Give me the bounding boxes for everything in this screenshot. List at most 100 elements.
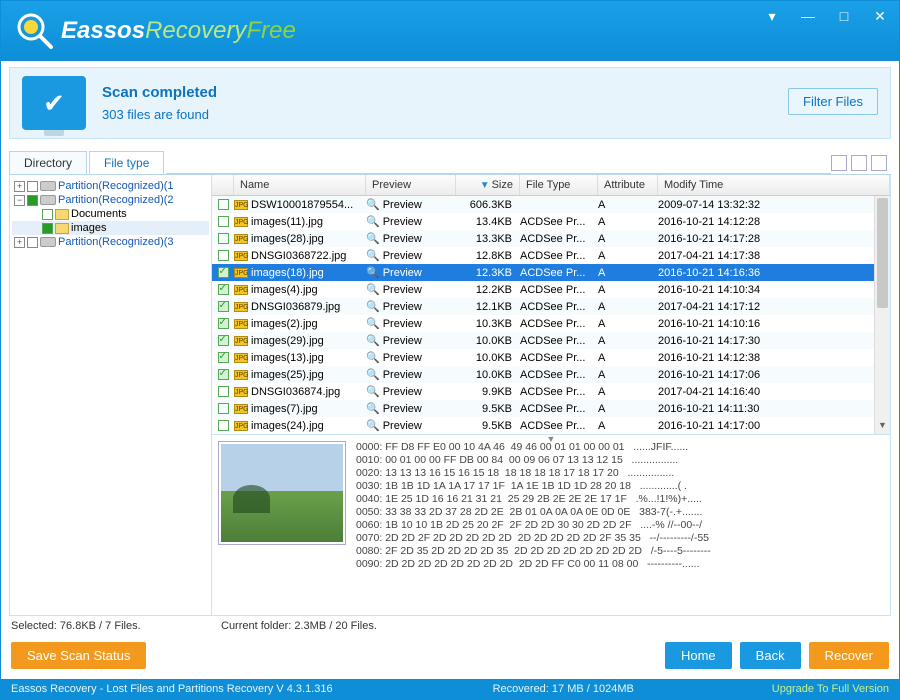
- tree-checkbox[interactable]: [42, 209, 53, 220]
- menu-icon[interactable]: ▾: [763, 7, 781, 25]
- table-row[interactable]: JPGDSW10001879554...🔍Preview606.3KBA2009…: [212, 196, 890, 213]
- scroll-down-icon[interactable]: ▼: [875, 420, 890, 434]
- magnifier-icon[interactable]: 🔍: [366, 368, 380, 381]
- magnifier-icon[interactable]: 🔍: [366, 249, 380, 262]
- expand-icon[interactable]: +: [14, 237, 25, 248]
- directory-tree[interactable]: + Partition(Recognized)(1 − Partition(Re…: [10, 175, 212, 615]
- row-checkbox[interactable]: [218, 318, 229, 329]
- view-list-icon[interactable]: [851, 155, 867, 171]
- preview-link[interactable]: Preview: [383, 386, 422, 398]
- row-checkbox[interactable]: [218, 267, 229, 278]
- tree-partition-3[interactable]: + Partition(Recognized)(3: [12, 235, 209, 249]
- row-checkbox[interactable]: [218, 233, 229, 244]
- file-modify-time: 2016-10-21 14:10:16: [658, 318, 890, 330]
- row-checkbox[interactable]: [218, 420, 229, 431]
- table-row[interactable]: JPGimages(7).jpg🔍Preview9.5KBACDSee Pr..…: [212, 400, 890, 417]
- preview-link[interactable]: Preview: [383, 250, 422, 262]
- tree-checkbox[interactable]: [27, 181, 38, 192]
- col-preview[interactable]: Preview: [366, 175, 456, 195]
- table-row[interactable]: JPGimages(2).jpg🔍Preview10.3KBACDSee Pr.…: [212, 315, 890, 332]
- row-checkbox[interactable]: [218, 335, 229, 346]
- table-row[interactable]: JPGDNSGI036874.jpg🔍Preview9.9KBACDSee Pr…: [212, 383, 890, 400]
- magnifier-icon[interactable]: 🔍: [366, 402, 380, 415]
- magnifier-icon[interactable]: 🔍: [366, 351, 380, 364]
- magnifier-icon[interactable]: 🔍: [366, 317, 380, 330]
- preview-link[interactable]: Preview: [383, 352, 422, 364]
- preview-link[interactable]: Preview: [383, 318, 422, 330]
- tab-file-type[interactable]: File type: [89, 151, 164, 174]
- col-modify-time[interactable]: Modify Time: [658, 175, 890, 195]
- col-filetype[interactable]: File Type: [520, 175, 598, 195]
- scan-complete-icon: ✔: [22, 76, 86, 130]
- magnifier-icon[interactable]: 🔍: [366, 215, 380, 228]
- table-row[interactable]: JPGimages(13).jpg🔍Preview10.0KBACDSee Pr…: [212, 349, 890, 366]
- row-checkbox[interactable]: [218, 386, 229, 397]
- maximize-icon[interactable]: □: [835, 7, 853, 25]
- file-attribute: A: [598, 250, 658, 262]
- tree-partition-1[interactable]: + Partition(Recognized)(1: [12, 179, 209, 193]
- magnifier-icon[interactable]: 🔍: [366, 266, 380, 279]
- home-button[interactable]: Home: [665, 642, 732, 669]
- preview-link[interactable]: Preview: [383, 420, 422, 432]
- table-row[interactable]: JPGimages(24).jpg🔍Preview9.5KBACDSee Pr.…: [212, 417, 890, 434]
- table-row[interactable]: JPGimages(11).jpg🔍Preview13.4KBACDSee Pr…: [212, 213, 890, 230]
- filter-files-button[interactable]: Filter Files: [788, 88, 878, 115]
- preview-link[interactable]: Preview: [383, 335, 422, 347]
- splitter-grip-icon[interactable]: ▼: [547, 434, 556, 444]
- row-checkbox[interactable]: [218, 352, 229, 363]
- magnifier-icon[interactable]: 🔍: [366, 419, 380, 432]
- magnifier-icon[interactable]: 🔍: [366, 334, 380, 347]
- tree-checkbox[interactable]: [27, 237, 38, 248]
- table-row[interactable]: JPGimages(25).jpg🔍Preview10.0KBACDSee Pr…: [212, 366, 890, 383]
- tree-documents[interactable]: Documents: [12, 207, 209, 221]
- col-attribute[interactable]: Attribute: [598, 175, 658, 195]
- row-checkbox[interactable]: [218, 250, 229, 261]
- preview-link[interactable]: Preview: [383, 216, 422, 228]
- table-row[interactable]: JPGDNSGI036879.jpg🔍Preview12.1KBACDSee P…: [212, 298, 890, 315]
- col-size[interactable]: ▼Size: [456, 175, 520, 195]
- tree-checkbox[interactable]: [42, 223, 53, 234]
- col-name[interactable]: Name: [234, 175, 366, 195]
- scrollbar-thumb[interactable]: [877, 198, 888, 308]
- preview-link[interactable]: Preview: [383, 267, 422, 279]
- minimize-icon[interactable]: —: [799, 7, 817, 25]
- view-details-icon[interactable]: [871, 155, 887, 171]
- magnifier-icon[interactable]: 🔍: [366, 300, 380, 313]
- preview-link[interactable]: Preview: [383, 233, 422, 245]
- close-icon[interactable]: ✕: [871, 7, 889, 25]
- tab-directory[interactable]: Directory: [9, 151, 87, 174]
- table-row[interactable]: JPGimages(4).jpg🔍Preview12.2KBACDSee Pr.…: [212, 281, 890, 298]
- recover-button[interactable]: Recover: [809, 642, 889, 669]
- row-checkbox[interactable]: [218, 369, 229, 380]
- save-scan-status-button[interactable]: Save Scan Status: [11, 642, 146, 669]
- table-row[interactable]: JPGimages(28).jpg🔍Preview13.3KBACDSee Pr…: [212, 230, 890, 247]
- tree-partition-2[interactable]: − Partition(Recognized)(2: [12, 193, 209, 207]
- back-button[interactable]: Back: [740, 642, 801, 669]
- row-checkbox[interactable]: [218, 284, 229, 295]
- preview-link[interactable]: Preview: [383, 199, 422, 211]
- row-checkbox[interactable]: [218, 216, 229, 227]
- preview-link[interactable]: Preview: [383, 403, 422, 415]
- collapse-icon[interactable]: −: [14, 195, 25, 206]
- magnifier-icon[interactable]: 🔍: [366, 198, 380, 211]
- upgrade-link[interactable]: Upgrade To Full Version: [772, 683, 889, 695]
- tree-images[interactable]: images: [12, 221, 209, 235]
- vertical-scrollbar[interactable]: ▲ ▼: [874, 196, 890, 434]
- magnifier-icon[interactable]: 🔍: [366, 283, 380, 296]
- table-row[interactable]: JPGDNSGI0368722.jpg🔍Preview12.8KBACDSee …: [212, 247, 890, 264]
- row-checkbox[interactable]: [218, 301, 229, 312]
- table-row[interactable]: JPGimages(18).jpg🔍Preview12.3KBACDSee Pr…: [212, 264, 890, 281]
- row-checkbox[interactable]: [218, 403, 229, 414]
- magnifier-icon[interactable]: 🔍: [366, 385, 380, 398]
- row-checkbox[interactable]: [218, 199, 229, 210]
- preview-link[interactable]: Preview: [383, 301, 422, 313]
- table-row[interactable]: JPGimages(29).jpg🔍Preview10.0KBACDSee Pr…: [212, 332, 890, 349]
- preview-link[interactable]: Preview: [383, 369, 422, 381]
- preview-link[interactable]: Preview: [383, 284, 422, 296]
- view-grid-icon[interactable]: [831, 155, 847, 171]
- magnifier-icon[interactable]: 🔍: [366, 232, 380, 245]
- expand-icon[interactable]: +: [14, 181, 25, 192]
- tree-checkbox[interactable]: [27, 195, 38, 206]
- file-grid[interactable]: JPGDSW10001879554...🔍Preview606.3KBA2009…: [212, 196, 890, 434]
- file-attribute: A: [598, 420, 658, 432]
